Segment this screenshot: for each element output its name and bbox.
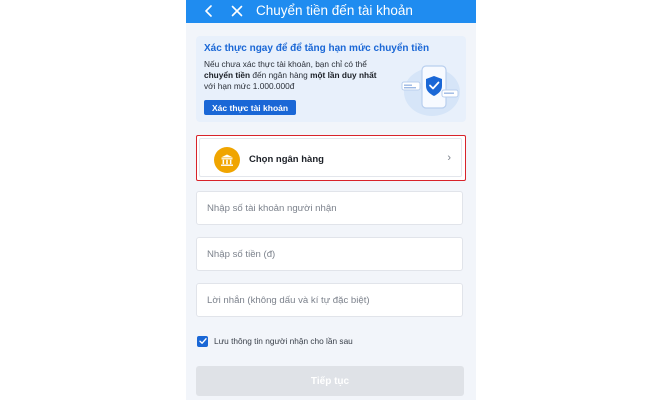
app-screen: Chuyển tiền đến tài khoản Xác thực ngay … [186, 0, 476, 400]
select-bank-inner: Chọn ngân hàng › [199, 138, 462, 177]
promo-bold-transfer: chuyển tiền [204, 70, 251, 80]
checkmark-icon [198, 338, 207, 344]
account-number-field[interactable] [196, 191, 463, 225]
select-bank-button[interactable]: Chọn ngân hàng › [196, 135, 466, 181]
app-header: Chuyển tiền đến tài khoản [186, 0, 476, 23]
verify-promo-banner: Xác thực ngay để để tăng hạn mức chuyển … [196, 36, 466, 122]
promo-bold-once: một lần duy nhất [310, 70, 377, 80]
save-recipient-row: Lưu thông tin người nhận cho lần sau [197, 334, 353, 348]
chevron-right-icon: › [447, 152, 451, 164]
back-button[interactable] [200, 2, 218, 20]
shield-check-phone-icon [401, 65, 460, 116]
page-title: Chuyển tiền đến tài khoản [256, 3, 413, 18]
promo-mid-text: đến ngân hàng [250, 70, 311, 80]
select-bank-label: Chọn ngân hàng [249, 154, 324, 165]
close-icon [231, 5, 243, 17]
amount-input[interactable] [197, 238, 462, 270]
verify-account-button[interactable]: Xác thực tài khoản [204, 100, 297, 115]
account-number-input[interactable] [197, 192, 462, 224]
promo-description: Nếu chưa xác thực tài khoản, bạn chỉ có … [204, 59, 384, 92]
close-button[interactable] [228, 2, 246, 20]
promo-line3: với hạn mức 1.000.000đ [204, 81, 295, 91]
promo-line1: Nếu chưa xác thực tài khoản, bạn chỉ có … [204, 59, 367, 69]
bank-icon [214, 147, 240, 173]
bank-building-icon [221, 154, 233, 166]
save-recipient-checkbox[interactable] [197, 335, 208, 347]
message-field[interactable] [196, 283, 463, 317]
promo-title: Xác thực ngay để để tăng hạn mức chuyển … [204, 43, 430, 54]
message-input[interactable] [197, 284, 462, 316]
continue-button[interactable]: Tiếp tục [196, 366, 464, 396]
save-recipient-label: Lưu thông tin người nhận cho lần sau [214, 336, 353, 346]
chevron-left-icon [205, 5, 212, 17]
amount-field[interactable] [196, 237, 463, 271]
